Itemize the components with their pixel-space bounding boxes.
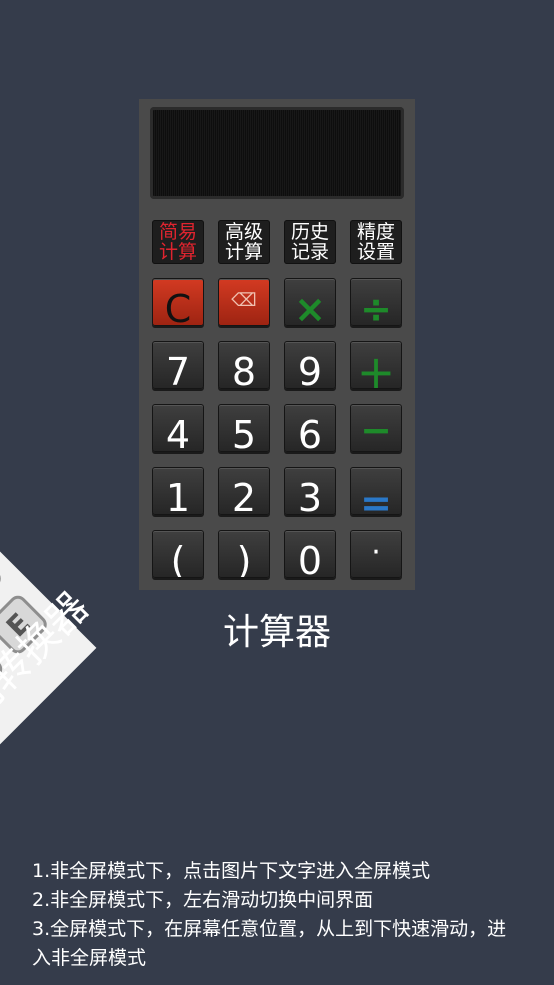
digit-8-button[interactable]: 8 [218, 341, 270, 389]
tab-precision[interactable]: 精度 设置 [350, 220, 402, 264]
app-name-link[interactable]: 计算器 [0, 603, 554, 655]
tab-history[interactable]: 历史 记录 [284, 220, 336, 264]
minus-button[interactable]: − [350, 404, 402, 452]
tip-2: 2.非全屏模式下，左右滑动切换中间界面 [32, 889, 374, 911]
digit-6-button[interactable]: 6 [284, 404, 336, 452]
calculator-preview[interactable]: 简易 计算 高级 计算 历史 记录 精度 设置 C ⌫ × ÷ 7 8 9 + … [139, 99, 415, 590]
digit-4-button[interactable]: 4 [152, 404, 204, 452]
tip-1: 1.非全屏模式下，点击图片下文字进入全屏模式 [32, 860, 431, 882]
plus-button[interactable]: + [350, 341, 402, 389]
divide-button[interactable]: ÷ [350, 278, 402, 326]
tab-advanced-calc[interactable]: 高级 计算 [218, 220, 270, 264]
right-paren-button[interactable]: ) [218, 530, 270, 578]
tab-simple-calc[interactable]: 简易 计算 [152, 220, 204, 264]
calculator-display [150, 107, 404, 199]
digit-0-button[interactable]: 0 [284, 530, 336, 578]
left-paren-button[interactable]: ( [152, 530, 204, 578]
digit-7-button[interactable]: 7 [152, 341, 204, 389]
digit-3-button[interactable]: 3 [284, 467, 336, 515]
clear-button[interactable]: C [152, 278, 204, 326]
multiply-button[interactable]: × [284, 278, 336, 326]
digit-2-button[interactable]: 2 [218, 467, 270, 515]
decimal-point-button[interactable]: · [350, 530, 402, 578]
usage-tips: 1.非全屏模式下，点击图片下文字进入全屏模式 2.非全屏模式下，左右滑动切换中间… [32, 857, 512, 973]
backspace-button[interactable]: ⌫ [218, 278, 270, 326]
digit-9-button[interactable]: 9 [284, 341, 336, 389]
digit-5-button[interactable]: 5 [218, 404, 270, 452]
equals-button[interactable]: = [350, 467, 402, 515]
digit-1-button[interactable]: 1 [152, 467, 204, 515]
tip-3: 3.全屏模式下，在屏幕任意位置，从上到下快速滑动，进入非全屏模式 [32, 918, 507, 969]
side-key-b: B [0, 546, 5, 612]
